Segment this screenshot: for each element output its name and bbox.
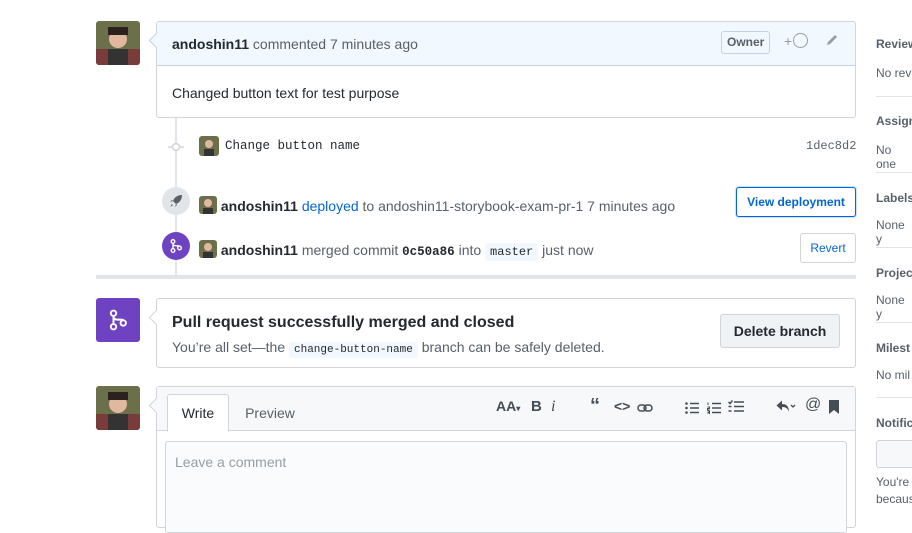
bold-icon[interactable]: B: [531, 398, 542, 415]
revert-button[interactable]: Revert: [800, 233, 856, 263]
head-branch[interactable]: change-button-name: [289, 342, 418, 358]
merge-icon: [162, 232, 190, 260]
commit-avatar[interactable]: [199, 136, 219, 156]
current-user-avatar[interactable]: [96, 386, 140, 430]
avatar[interactable]: [96, 21, 140, 65]
merged-box: Pull request successfully merged and clo…: [148, 298, 856, 368]
sidebar-milestone-title[interactable]: Milest: [876, 341, 910, 355]
comment-box: andoshin11 commented 7 minutes ago Owner…: [148, 21, 856, 118]
comment-meta[interactable]: commented 7 minutes ago: [253, 36, 418, 52]
edit-pencil-icon[interactable]: [825, 33, 839, 50]
code-icon[interactable]: <>: [614, 398, 630, 414]
italic-icon[interactable]: i: [551, 398, 555, 416]
merged-title: Pull request successfully merged and clo…: [172, 314, 515, 331]
deployed-link[interactable]: deployed: [302, 198, 359, 214]
add-reaction-icon[interactable]: +: [784, 33, 809, 49]
reply-icon[interactable]: [776, 400, 796, 416]
sidebar-assignees-value: No one: [876, 143, 897, 171]
deploy-avatar[interactable]: [199, 196, 217, 214]
sidebar-notifications-line1: You're: [876, 475, 910, 489]
merge-avatar[interactable]: [199, 240, 217, 258]
sidebar-projects-title[interactable]: Projec: [876, 266, 912, 280]
bullet-list-icon[interactable]: [685, 401, 699, 417]
quote-icon[interactable]: “: [590, 395, 600, 418]
sidebar-projects-value: None y: [876, 293, 905, 321]
sidebar-milestone-value: No mil: [876, 368, 911, 382]
bookmark-icon[interactable]: [829, 400, 839, 417]
merged-status-icon: [96, 298, 140, 342]
sidebar-reviewers-value: No rev: [876, 66, 912, 80]
view-deployment-button[interactable]: View deployment: [736, 187, 856, 217]
sidebar-reviewers-title[interactable]: Review: [876, 37, 912, 51]
into-text: into: [458, 242, 482, 258]
commit-message[interactable]: Change button name: [225, 139, 360, 153]
subscribe-button[interactable]: [876, 440, 912, 468]
link-icon[interactable]: [637, 401, 653, 417]
tab-write[interactable]: Write: [167, 394, 229, 432]
commit-sha[interactable]: 1dec8d2: [806, 139, 856, 153]
numbered-list-icon[interactable]: [707, 401, 721, 417]
sidebar-labels-value: None y: [876, 218, 905, 246]
comment-placeholder: Leave a comment: [175, 454, 287, 470]
merged-desc-prefix: You’re all set—the: [172, 339, 286, 355]
sidebar-labels-title[interactable]: Labels: [876, 191, 912, 205]
tab-preview[interactable]: Preview: [237, 395, 303, 431]
merge-actor[interactable]: andoshin11: [221, 242, 298, 258]
deploy-text: to andoshin11-storybook-exam-pr-1 7 minu…: [362, 198, 676, 214]
comment-textarea[interactable]: Leave a comment: [165, 441, 847, 533]
comment-author[interactable]: andoshin11: [172, 36, 249, 52]
text-size-icon[interactable]: AA▾: [496, 398, 520, 414]
sidebar-notifications-title: Notific: [876, 416, 912, 430]
rocket-icon: [162, 187, 190, 215]
merge-commit-sha[interactable]: 0c50a86: [402, 245, 455, 259]
mention-icon[interactable]: @: [805, 396, 821, 414]
deploy-actor[interactable]: andoshin11: [221, 198, 298, 214]
sidebar-notifications-line2: becaus: [876, 492, 912, 506]
merge-time: just now: [542, 242, 594, 258]
task-list-icon[interactable]: [727, 400, 744, 416]
sidebar-assignees-title[interactable]: Assign: [876, 114, 912, 128]
comment-body: Changed button text for test purpose: [172, 85, 400, 101]
delete-branch-button[interactable]: Delete branch: [720, 314, 840, 348]
merged-desc-suffix: branch can be safely deleted.: [421, 339, 605, 355]
base-branch[interactable]: master: [485, 243, 539, 261]
owner-badge: Owner: [721, 31, 771, 54]
commit-icon: [168, 140, 184, 157]
merged-text: merged commit: [301, 242, 399, 258]
timeline-divider: [96, 275, 856, 279]
